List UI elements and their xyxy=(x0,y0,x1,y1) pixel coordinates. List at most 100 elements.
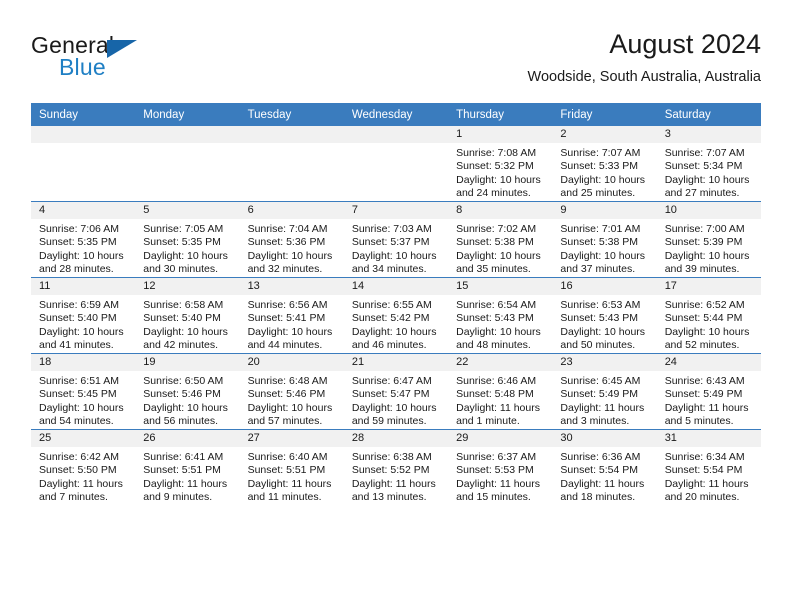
calendar-day-cell[interactable]: 6 Sunrise: 7:04 AM Sunset: 5:36 PM Daylight… xyxy=(239,201,344,278)
day-number: 19 xyxy=(135,354,240,371)
calendar-day-cell[interactable]: 8 Sunrise: 7:02 AM Sunset: 5:38 PM Daylight… xyxy=(448,201,553,278)
day-details: Sunrise: 7:00 AM Sunset: 5:39 PM Daylight:… xyxy=(657,219,761,277)
day-details: Sunrise: 6:45 AM Sunset: 5:49 PM Daylight:… xyxy=(552,371,656,429)
calendar-day-cell[interactable]: 28 Sunrise: 6:38 AM Sunset: 5:52 PM Dayligh… xyxy=(343,429,449,505)
calendar-day-cell[interactable]: 3 Sunrise: 7:07 AM Sunset: 5:34 PM Daylight… xyxy=(656,126,761,202)
calendar-day-cell[interactable]: 16 Sunrise: 6:53 AM Sunset: 5:43 PM Dayligh… xyxy=(552,277,657,354)
day-detail-line: Sunrise: 6:43 AM xyxy=(664,375,745,387)
day-detail-line: and 57 minutes. xyxy=(247,415,323,428)
day-detail-line: and 52 minutes. xyxy=(664,339,740,352)
day-detail-line: Sunrise: 7:07 AM xyxy=(560,147,641,159)
weekday-header-tuesday: Tuesday xyxy=(239,103,344,126)
day-detail-line: Daylight: 10 hours xyxy=(143,249,228,262)
day-details xyxy=(31,143,135,147)
day-details: Sunrise: 6:42 AM Sunset: 5:50 PM Daylight:… xyxy=(31,447,135,505)
calendar-day-cell[interactable]: 5 Sunrise: 7:05 AM Sunset: 5:35 PM Daylight… xyxy=(135,201,240,278)
calendar-day-cell[interactable]: 7 Sunrise: 7:03 AM Sunset: 5:37 PM Daylight… xyxy=(343,201,449,278)
calendar-day-cell[interactable]: 10 Sunrise: 7:00 AM Sunset: 5:39 PM Dayligh… xyxy=(656,201,761,278)
day-detail-line: and 27 minutes. xyxy=(664,187,740,200)
day-detail-line: Daylight: 11 hours xyxy=(247,477,332,490)
day-number: 10 xyxy=(656,202,761,219)
day-detail-line: Daylight: 10 hours xyxy=(560,325,646,338)
calendar-day-cell[interactable]: 23 Sunrise: 6:45 AM Sunset: 5:49 PM Dayligh… xyxy=(552,353,657,430)
day-detail-line: Sunset: 5:43 PM xyxy=(456,312,534,325)
calendar-day-cell[interactable]: 25 Sunrise: 6:42 AM Sunset: 5:50 PM Dayligh… xyxy=(31,429,136,505)
day-detail-line: Sunrise: 7:03 AM xyxy=(351,223,432,235)
calendar-day-cell[interactable]: 31 Sunrise: 6:34 AM Sunset: 5:54 PM Dayligh… xyxy=(656,429,761,505)
calendar-body: 1 Sunrise: 7:08 AM Sunset: 5:32 PM Daylight… xyxy=(31,126,761,505)
day-detail-line: and 59 minutes. xyxy=(351,415,427,428)
day-number: 24 xyxy=(656,354,761,371)
calendar-day-cell[interactable]: 12 Sunrise: 6:58 AM Sunset: 5:40 PM Dayligh… xyxy=(135,277,240,354)
calendar-day-cell[interactable]: 27 Sunrise: 6:40 AM Sunset: 5:51 PM Dayligh… xyxy=(239,429,344,505)
day-detail-line: and 48 minutes. xyxy=(456,339,531,352)
calendar-day-cell[interactable]: 18 Sunrise: 6:51 AM Sunset: 5:45 PM Dayligh… xyxy=(31,353,136,430)
day-detail-line: Sunrise: 7:05 AM xyxy=(143,223,224,235)
day-number: 1 xyxy=(448,126,553,143)
calendar-day-cell[interactable]: 4 Sunrise: 7:06 AM Sunset: 5:35 PM Daylight… xyxy=(31,201,136,278)
calendar-day-cell[interactable]: 15 Sunrise: 6:54 AM Sunset: 5:43 PM Dayligh… xyxy=(448,277,553,354)
day-detail-line: Sunrise: 6:53 AM xyxy=(560,299,641,311)
day-detail-line: and 25 minutes. xyxy=(560,187,636,200)
day-number xyxy=(31,126,136,143)
day-detail-line: and 41 minutes. xyxy=(39,339,114,352)
day-detail-line: Sunset: 5:46 PM xyxy=(143,388,221,401)
day-number: 12 xyxy=(135,278,240,295)
day-detail-line: Sunrise: 6:40 AM xyxy=(247,451,328,463)
day-detail-line: Sunset: 5:35 PM xyxy=(39,236,117,249)
calendar-day-cell[interactable]: 13 Sunrise: 6:56 AM Sunset: 5:41 PM Dayligh… xyxy=(239,277,344,354)
day-detail-line: Sunrise: 6:56 AM xyxy=(247,299,328,311)
calendar-week-row: 4 Sunrise: 7:06 AM Sunset: 5:35 PM Daylight… xyxy=(31,201,761,278)
day-details xyxy=(135,143,239,147)
day-detail-line: Sunset: 5:53 PM xyxy=(456,464,534,477)
calendar-week-row: 18 Sunrise: 6:51 AM Sunset: 5:45 PM Dayligh… xyxy=(31,353,761,430)
day-detail-line: Daylight: 10 hours xyxy=(351,325,437,338)
day-number: 5 xyxy=(135,202,240,219)
day-number: 26 xyxy=(135,430,240,447)
day-number: 9 xyxy=(552,202,657,219)
day-number: 2 xyxy=(552,126,657,143)
day-detail-line: and 50 minutes. xyxy=(560,339,636,352)
day-detail-line: Sunset: 5:39 PM xyxy=(664,236,743,249)
day-detail-line: Daylight: 10 hours xyxy=(39,401,124,414)
day-detail-line: Daylight: 10 hours xyxy=(143,325,228,338)
calendar-day-cell[interactable]: 21 Sunrise: 6:47 AM Sunset: 5:47 PM Dayligh… xyxy=(343,353,449,430)
day-details: Sunrise: 6:38 AM Sunset: 5:52 PM Daylight:… xyxy=(344,447,448,505)
calendar-day-cell[interactable]: 9 Sunrise: 7:01 AM Sunset: 5:38 PM Daylight… xyxy=(552,201,657,278)
calendar-day-cell[interactable]: 11 Sunrise: 6:59 AM Sunset: 5:40 PM Dayligh… xyxy=(31,277,136,354)
day-detail-line: Sunrise: 6:54 AM xyxy=(456,299,537,311)
day-detail-line: and 1 minute. xyxy=(456,415,520,428)
title-block: August 2024 Woodside, South Australia, A… xyxy=(528,28,761,87)
day-detail-line: and 9 minutes. xyxy=(143,491,213,504)
calendar-day-cell[interactable]: 1 Sunrise: 7:08 AM Sunset: 5:32 PM Daylight… xyxy=(448,126,553,202)
calendar-day-cell[interactable]: 19 Sunrise: 6:50 AM Sunset: 5:46 PM Dayligh… xyxy=(135,353,240,430)
day-details: Sunrise: 6:34 AM Sunset: 5:54 PM Daylight:… xyxy=(657,447,761,505)
day-detail-line: Sunrise: 6:38 AM xyxy=(351,451,432,463)
day-detail-line: Sunset: 5:54 PM xyxy=(560,464,639,477)
day-detail-line: Sunset: 5:54 PM xyxy=(664,464,743,477)
calendar-week-row: 25 Sunrise: 6:42 AM Sunset: 5:50 PM Dayligh… xyxy=(31,429,761,505)
day-detail-line: Daylight: 11 hours xyxy=(560,477,645,490)
brand-logo[interactable]: General Blue xyxy=(31,32,231,88)
day-details: Sunrise: 6:43 AM Sunset: 5:49 PM Daylight:… xyxy=(657,371,761,429)
calendar-day-cell-empty xyxy=(343,126,449,202)
calendar-day-cell[interactable]: 22 Sunrise: 6:46 AM Sunset: 5:48 PM Dayligh… xyxy=(448,353,553,430)
day-details: Sunrise: 6:54 AM Sunset: 5:43 PM Daylight:… xyxy=(448,295,552,353)
calendar-day-cell[interactable]: 17 Sunrise: 6:52 AM Sunset: 5:44 PM Dayligh… xyxy=(656,277,761,354)
day-detail-line: Sunset: 5:44 PM xyxy=(664,312,743,325)
calendar-day-cell[interactable]: 24 Sunrise: 6:43 AM Sunset: 5:49 PM Dayligh… xyxy=(656,353,761,430)
day-detail-line: Sunrise: 7:02 AM xyxy=(456,223,537,235)
day-details: Sunrise: 6:53 AM Sunset: 5:43 PM Daylight:… xyxy=(552,295,656,353)
day-detail-line: Sunset: 5:48 PM xyxy=(456,388,534,401)
weekday-header-friday: Friday xyxy=(552,103,657,126)
calendar-day-cell[interactable]: 20 Sunrise: 6:48 AM Sunset: 5:46 PM Dayligh… xyxy=(239,353,344,430)
calendar-day-cell[interactable]: 14 Sunrise: 6:55 AM Sunset: 5:42 PM Dayligh… xyxy=(343,277,449,354)
day-detail-line: Sunrise: 7:08 AM xyxy=(456,147,537,159)
calendar-day-cell[interactable]: 30 Sunrise: 6:36 AM Sunset: 5:54 PM Dayligh… xyxy=(552,429,657,505)
day-detail-line: Sunset: 5:47 PM xyxy=(351,388,430,401)
calendar-day-cell[interactable]: 2 Sunrise: 7:07 AM Sunset: 5:33 PM Daylight… xyxy=(552,126,657,202)
calendar-table: Sunday Monday Tuesday Wednesday Thursday Frid… xyxy=(31,103,761,505)
day-number: 17 xyxy=(656,278,761,295)
calendar-day-cell[interactable]: 26 Sunrise: 6:41 AM Sunset: 5:51 PM Dayligh… xyxy=(135,429,240,505)
calendar-day-cell[interactable]: 29 Sunrise: 6:37 AM Sunset: 5:53 PM Dayligh… xyxy=(448,429,553,505)
